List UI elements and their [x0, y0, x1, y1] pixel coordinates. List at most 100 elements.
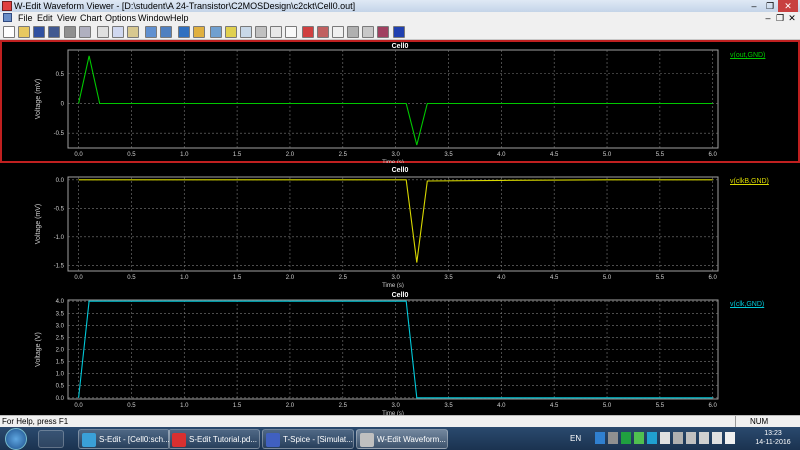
flag-icon[interactable]: [660, 432, 670, 444]
x-tick-label: 4.0: [497, 152, 506, 158]
legend-out[interactable]: v(out,GND): [730, 52, 765, 59]
x-tick-label: 3.5: [444, 152, 453, 158]
child-minimize-button[interactable]: –: [762, 12, 774, 24]
chart-pane-clkb[interactable]: Cell0 0.0 0.5 1.0 1.5 2.0 2.5 3.0 3.5 4.0 4.5 5.0 5…: [0, 164, 800, 288]
x-tick-label: 5.5: [656, 152, 665, 158]
taskbar: S-Edit - [Cell0:sch... S-Edit Tutorial.p…: [0, 427, 800, 450]
tray-icon[interactable]: [608, 432, 618, 444]
tray-icon[interactable]: [621, 432, 631, 444]
tile-vertical-icon[interactable]: [160, 26, 172, 38]
new-icon[interactable]: [3, 26, 15, 38]
text-label-icon[interactable]: [285, 26, 297, 38]
paste-icon[interactable]: [127, 26, 139, 38]
tile-horizontal-icon[interactable]: [145, 26, 157, 38]
measure-icon[interactable]: [332, 26, 344, 38]
menu-chart[interactable]: Chart: [80, 12, 102, 24]
chart-pane-clk[interactable]: Cell0 0.0 0.5 1.0 1.5 2.0 2.5 3.0 3.5 4.0 4.5 5.0 5…: [0, 289, 800, 415]
info-icon[interactable]: [393, 26, 405, 38]
layout-c-icon[interactable]: [255, 26, 267, 38]
menu-window[interactable]: Window: [138, 12, 170, 24]
play-icon[interactable]: [362, 26, 374, 38]
x-tick-label: 0.0: [74, 403, 83, 409]
status-bar: For Help, press F1 NUM: [0, 415, 800, 428]
close-button[interactable]: ✕: [778, 0, 798, 12]
security-icon[interactable]: [634, 432, 644, 444]
save-all-icon[interactable]: [48, 26, 60, 38]
tray-icon[interactable]: [686, 432, 696, 444]
network-icon[interactable]: [595, 432, 605, 444]
x-tick-label: 4.0: [497, 275, 506, 281]
x-tick-label: 2.5: [339, 403, 348, 409]
x-tick-label: 5.0: [603, 152, 612, 158]
child-close-button[interactable]: ✕: [786, 12, 798, 24]
taskbar-item[interactable]: S-Edit Tutorial.pd...: [168, 429, 260, 449]
taskbar-item[interactable]: S-Edit - [Cell0:sch...: [78, 429, 170, 449]
layout-a-icon[interactable]: [225, 26, 237, 38]
menu-edit[interactable]: Edit: [37, 12, 53, 24]
menu-file[interactable]: File: [18, 12, 33, 24]
start-button[interactable]: [5, 428, 27, 450]
pause-icon[interactable]: [347, 26, 359, 38]
x-tick-label: 6.0: [709, 403, 718, 409]
print-preview-icon[interactable]: [79, 26, 91, 38]
y-tick-label: 0.0: [56, 396, 65, 402]
volume-icon[interactable]: [725, 432, 735, 444]
print-icon[interactable]: [64, 26, 76, 38]
copy-icon[interactable]: [112, 26, 124, 38]
x-tick-label: 0.5: [127, 403, 136, 409]
save-icon[interactable]: [33, 26, 45, 38]
x-tick-label: 4.0: [497, 403, 506, 409]
vertical-line-icon[interactable]: [317, 26, 329, 38]
align-icon[interactable]: [270, 26, 282, 38]
chart-pane-out[interactable]: Cell0 0.0 0.5 1.0 1.5 2.0 2.5 3.0 3.5 4.0 4.5 5.0 5…: [0, 40, 800, 163]
legend-clkb[interactable]: v(clkB,GND): [730, 178, 769, 185]
x-tick-label: 5.0: [603, 403, 612, 409]
cut-icon[interactable]: [97, 26, 109, 38]
menu-options[interactable]: Options: [105, 12, 136, 24]
menu-help[interactable]: Help: [170, 12, 189, 24]
x-tick-label: 1.0: [180, 152, 189, 158]
chrome-icon[interactable]: [38, 430, 64, 448]
x-tick-label: 0.0: [74, 275, 83, 281]
child-restore-button[interactable]: ❐: [774, 12, 786, 24]
tray-icon[interactable]: [647, 432, 657, 444]
taskbar-item[interactable]: T-Spice - [Simulat...: [262, 429, 354, 449]
menu-view[interactable]: View: [57, 12, 76, 24]
waveform-chart-clk[interactable]: 0.0 0.5 1.0 1.5 2.0 2.5 3.0 3.5 4.0 4.5 5.0 5.5 6.0 4…: [0, 289, 800, 415]
y-tick-label: 0.0: [56, 178, 65, 184]
tray-icon[interactable]: [673, 432, 683, 444]
x-tick-label: 0.5: [127, 152, 136, 158]
x-tick-label: 3.0: [391, 403, 400, 409]
x-axis-label: Time (s): [382, 160, 404, 163]
restore-button[interactable]: ❐: [762, 0, 778, 12]
horizontal-line-icon[interactable]: [302, 26, 314, 38]
taskbar-item-label: S-Edit Tutorial.pd...: [189, 435, 258, 444]
clock[interactable]: 13:23 14-11-2016: [752, 429, 794, 447]
x-tick-label: 2.5: [339, 152, 348, 158]
open-data-icon[interactable]: [193, 26, 205, 38]
x-tick-label: 3.5: [444, 275, 453, 281]
document-icon[interactable]: [3, 13, 12, 22]
x-tick-label: 3.5: [444, 403, 453, 409]
chart-properties-icon[interactable]: [210, 26, 222, 38]
y-tick-label: 3.5: [56, 311, 65, 317]
y-tick-label: 1.0: [56, 372, 65, 378]
home-icon[interactable]: [178, 26, 190, 38]
minimize-button[interactable]: –: [746, 0, 762, 12]
y-tick-label: 1.5: [56, 360, 65, 366]
language-indicator[interactable]: EN: [570, 434, 581, 443]
legend-clk[interactable]: v(clk,GND): [730, 301, 764, 308]
open-icon[interactable]: [18, 26, 30, 38]
snapshot-icon[interactable]: [377, 26, 389, 38]
x-tick-label: 0.5: [127, 275, 136, 281]
waveform-chart-clkb[interactable]: 0.0 0.5 1.0 1.5 2.0 2.5 3.0 3.5 4.0 4.5 5.0 5.5 6.0 0…: [0, 164, 800, 288]
taskbar-item[interactable]: W-Edit Waveform...: [356, 429, 448, 449]
layout-b-icon[interactable]: [240, 26, 252, 38]
waveform-chart-out[interactable]: 0.0 0.5 1.0 1.5 2.0 2.5 3.0 3.5 4.0 4.5 5.0 5.5 6.0 0…: [0, 40, 800, 163]
y-tick-label: 2.5: [56, 335, 65, 341]
battery-icon[interactable]: [712, 432, 722, 444]
x-tick-label: 2.5: [339, 275, 348, 281]
x-tick-label: 6.0: [709, 275, 718, 281]
wifi-icon[interactable]: [699, 432, 709, 444]
y-tick-label: -1.0: [54, 235, 65, 241]
